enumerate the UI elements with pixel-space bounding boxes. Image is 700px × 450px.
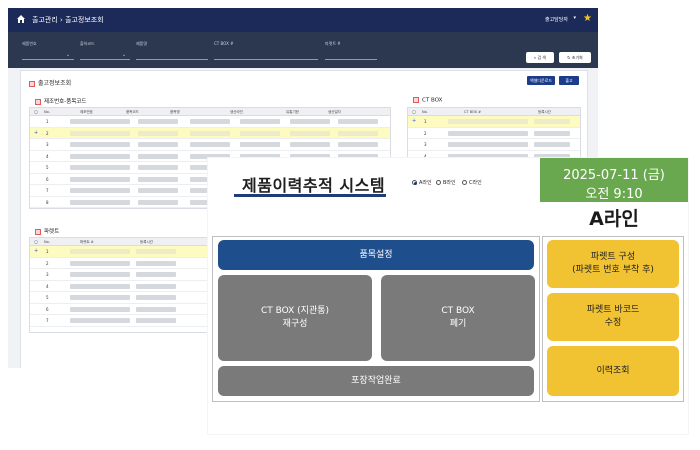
table-row[interactable]: 5 bbox=[30, 292, 218, 304]
section-marker-icon bbox=[35, 98, 41, 105]
grid-header: ◯ No. CT BOX # 등록시간 bbox=[408, 108, 580, 116]
chevron-down-icon[interactable]: ⌄ bbox=[66, 52, 70, 58]
ctbox-field[interactable] bbox=[214, 59, 318, 60]
filter-label-product-name: 제품명 bbox=[136, 41, 148, 46]
select-all-icon[interactable]: ◯ bbox=[412, 110, 416, 114]
star-icon[interactable]: ★ bbox=[583, 13, 592, 24]
table-row[interactable]: 2 bbox=[30, 258, 218, 269]
table-row[interactable]: 7 bbox=[30, 315, 218, 327]
table-row[interactable]: 2 bbox=[408, 128, 580, 139]
pallet-barcode-edit-button[interactable]: 파렛트 바코드 수정 bbox=[547, 293, 679, 341]
search-button[interactable]: ⌕ 검 색 bbox=[526, 52, 554, 63]
filter-label-product-no: 제품번호 bbox=[22, 41, 37, 46]
product-name-field[interactable] bbox=[136, 59, 208, 60]
section-title-product: 제조번호-품목코드 bbox=[35, 97, 86, 105]
history-lookup-button[interactable]: 이력조회 bbox=[547, 346, 679, 396]
select-all-icon[interactable]: ◯ bbox=[34, 110, 38, 114]
section-marker-icon bbox=[29, 80, 35, 87]
refresh-icon: ↻ bbox=[567, 55, 571, 60]
pallet-grid[interactable]: ◯ No. 파렛트 # 등록시간 +1 2 3 4 5 6 7 bbox=[29, 237, 219, 333]
radio-selected-icon bbox=[412, 180, 417, 185]
radio-unselected-icon bbox=[436, 180, 441, 185]
section-title-pallet: 파렛트 bbox=[35, 227, 59, 235]
grid-header: ◯ No. 제조번호 품목코드 품목명 생산라인 유통기한 생산일자 bbox=[30, 108, 390, 116]
add-icon: + bbox=[34, 129, 39, 136]
table-row[interactable]: 3 bbox=[30, 139, 390, 151]
table-row[interactable]: 3 bbox=[408, 139, 580, 151]
filter-label-ctbox: CT BOX # bbox=[214, 41, 234, 46]
section-title-ctbox: CT BOX bbox=[413, 97, 442, 104]
table-row[interactable]: +1 bbox=[30, 246, 218, 258]
ship-button[interactable]: 출고 bbox=[559, 76, 579, 85]
grid-header: ◯ No. 파렛트 # 등록시간 bbox=[30, 238, 218, 246]
radio-line-c[interactable]: C라인 bbox=[462, 179, 482, 186]
current-line-label: A라인 bbox=[589, 208, 639, 230]
add-icon: + bbox=[34, 248, 39, 254]
traceability-panel: 제품이력추적 시스템 A라인 B라인 C라인 2025-07-11 (금) 오전… bbox=[208, 158, 688, 434]
ctbox-grid[interactable]: ◯ No. CT BOX # 등록시간 +1 2 3 4 bbox=[407, 107, 581, 163]
search-icon: ⌕ bbox=[533, 55, 537, 60]
title-underline bbox=[234, 194, 386, 197]
home-icon[interactable] bbox=[16, 14, 26, 24]
radio-unselected-icon bbox=[462, 180, 467, 185]
table-row[interactable]: 6 bbox=[30, 304, 218, 315]
select-all-icon[interactable]: ◯ bbox=[34, 240, 38, 244]
ctbox-discard-button[interactable]: CT BOX 폐기 bbox=[381, 275, 535, 361]
table-row[interactable]: +2 bbox=[30, 127, 390, 139]
card-title: 출고정보조회 bbox=[29, 78, 71, 87]
filter-label-pallet: 파렛트 # bbox=[325, 41, 341, 46]
packing-complete-button[interactable]: 포장작업완료 bbox=[218, 366, 534, 396]
reset-button[interactable]: ↻ 초기화 bbox=[559, 52, 591, 63]
ctbox-rebuild-button[interactable]: CT BOX (지관통) 재구성 bbox=[218, 275, 372, 361]
main-action-group: 품목설정 CT BOX (지관통) 재구성 CT BOX 폐기 포장작업완료 bbox=[212, 236, 540, 402]
section-marker-icon bbox=[35, 228, 41, 235]
table-row[interactable]: 4 bbox=[30, 281, 218, 292]
chevron-down-icon[interactable]: ▾ bbox=[573, 15, 576, 21]
section-marker-icon bbox=[413, 97, 419, 103]
breadcrumb: 출고관리 › 출고정보조회 bbox=[32, 16, 104, 24]
time-text: 오전 9:10 bbox=[585, 187, 643, 202]
ship-code-field[interactable] bbox=[80, 59, 130, 60]
radio-line-a[interactable]: A라인 bbox=[412, 179, 432, 186]
user-name[interactable]: 출고담당자 bbox=[545, 16, 568, 23]
table-row[interactable]: 1 bbox=[30, 116, 390, 128]
page-title: 제품이력추적 시스템 bbox=[242, 176, 386, 195]
excel-download-button[interactable]: 엑셀다운로드 bbox=[527, 76, 555, 85]
pallet-build-button[interactable]: 파렛트 구성 (파렛트 번호 부착 후) bbox=[547, 240, 679, 288]
chevron-down-icon[interactable]: ⌄ bbox=[122, 52, 126, 58]
filter-label-ship-code: 출하코드 bbox=[80, 41, 95, 46]
datetime-display: 2025-07-11 (금) 오전 9:10 bbox=[540, 158, 688, 202]
radio-line-b[interactable]: B라인 bbox=[436, 179, 456, 186]
item-settings-button[interactable]: 품목설정 bbox=[218, 240, 534, 270]
product-no-field[interactable] bbox=[22, 59, 74, 60]
date-text: 2025-07-11 (금) bbox=[563, 168, 665, 183]
table-row[interactable]: 3 bbox=[30, 269, 218, 281]
filter-bar: 제품번호 ⌄ 출하코드 ⌄ 제품명 CT BOX # 파렛트 # ⌕ 검 색 ↻… bbox=[8, 32, 598, 68]
side-action-group: 파렛트 구성 (파렛트 번호 부착 후) 파렛트 바코드 수정 이력조회 bbox=[542, 236, 684, 402]
top-nav-bar: 출고관리 › 출고정보조회 출고담당자 ▾ ★ bbox=[8, 8, 598, 32]
add-icon: + bbox=[412, 118, 417, 124]
pallet-field[interactable] bbox=[325, 59, 377, 60]
table-row[interactable]: +1 bbox=[408, 116, 580, 128]
